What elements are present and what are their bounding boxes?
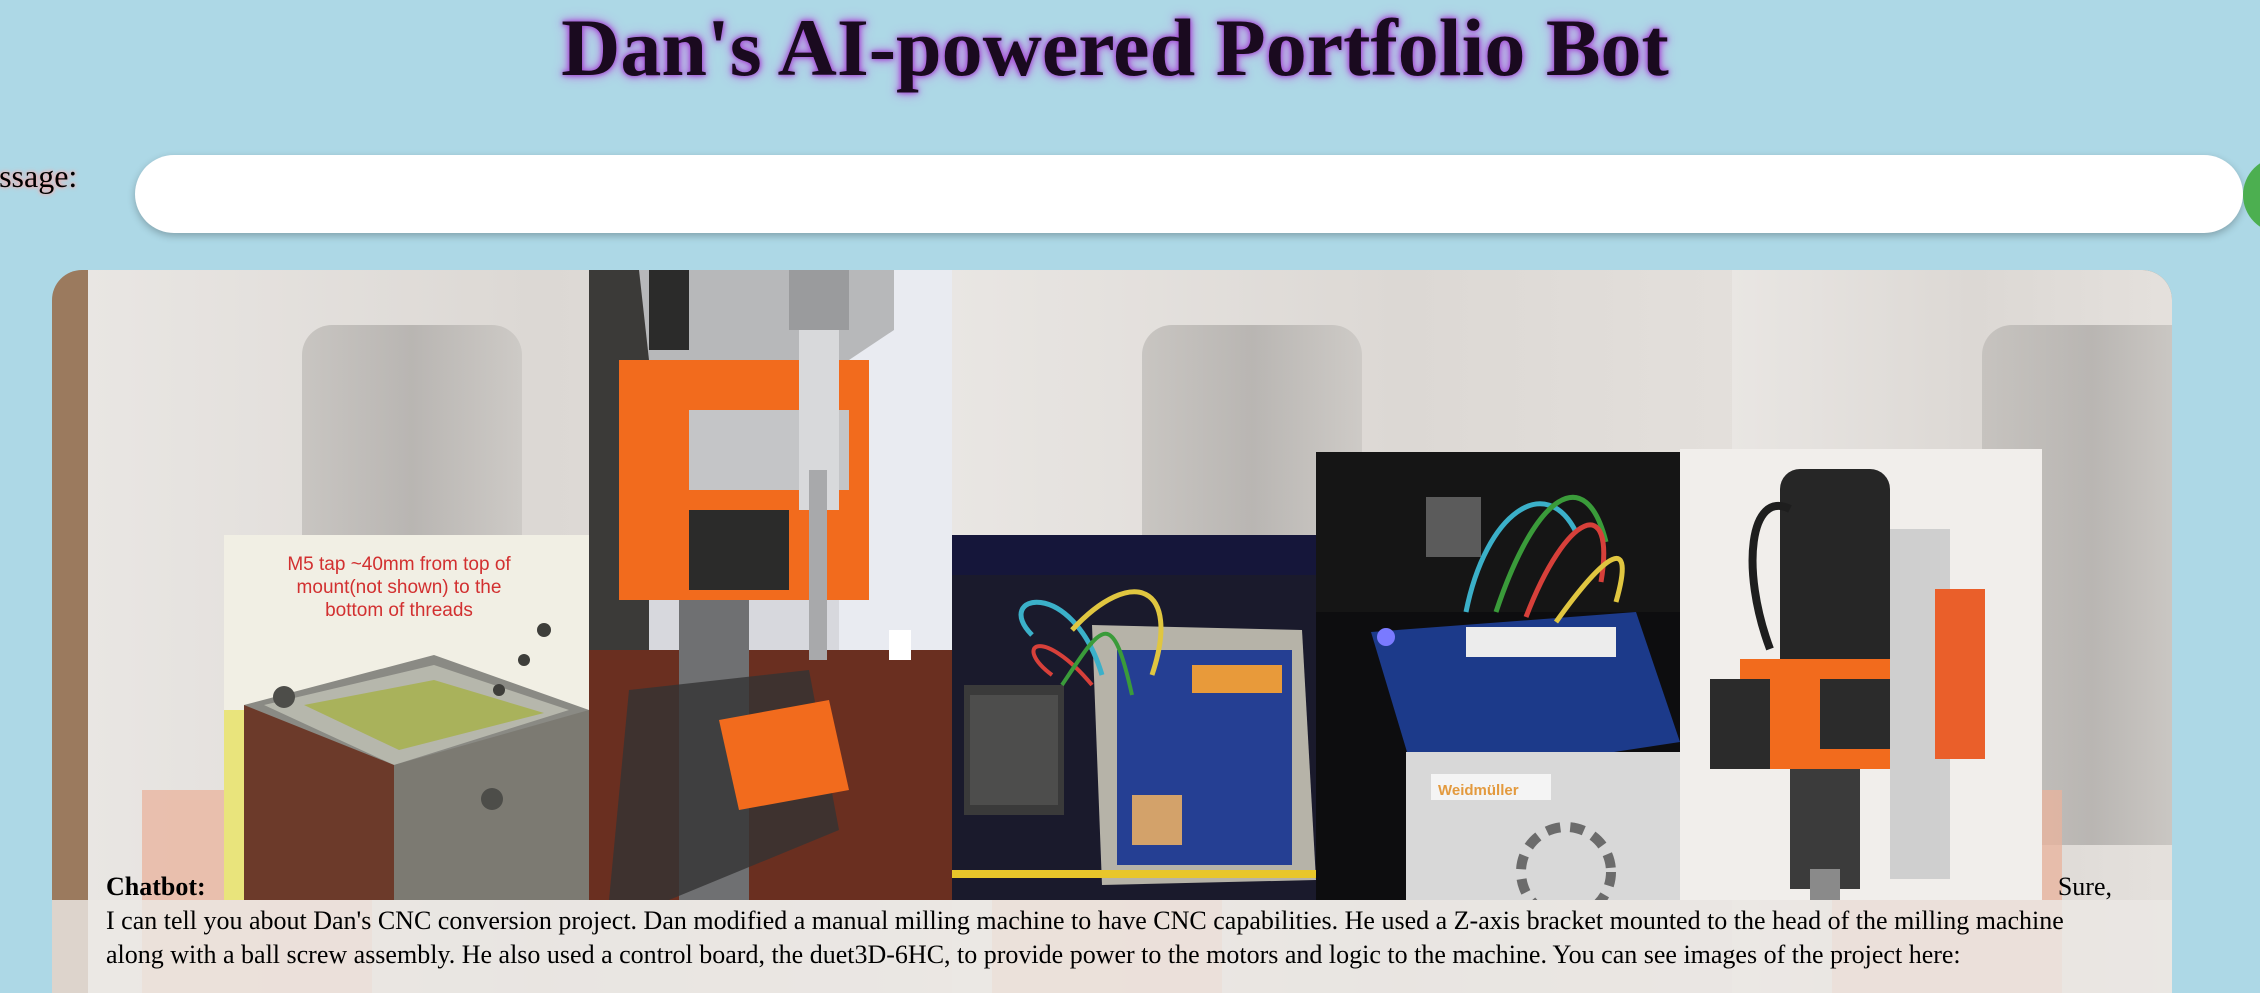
wired-board-photo-graphic <box>1316 452 1680 900</box>
psu-label: Weidmüller <box>1438 782 1519 799</box>
chat-message: Chatbot: Sure, I can tell you about Dan'… <box>106 870 2112 972</box>
bracket-caption: M5 tap ~40mm from top of mount(not shown… <box>287 554 511 621</box>
zaxis-photo-graphic <box>589 270 952 900</box>
project-photo-spindle <box>1680 449 2042 900</box>
chat-first-word: Sure, <box>2057 872 2112 901</box>
message-label: message: <box>0 158 78 194</box>
project-photo-stepper-board <box>952 535 1316 900</box>
stepper-board-photo-graphic <box>952 535 1316 900</box>
message-input[interactable] <box>135 155 2243 233</box>
spindle-photo-graphic <box>1680 449 2042 900</box>
project-photo-wired-board: Weidmüller <box>1316 452 1680 900</box>
send-button[interactable] <box>2243 157 2260 233</box>
project-photo-zaxis <box>589 270 952 900</box>
chat-message-header: Chatbot: Sure, <box>106 870 2112 904</box>
page-root: Dan's AI-powered Portfolio Bot message: <box>0 0 2260 993</box>
chat-message-body: I can tell you about Dan's CNC conversio… <box>106 906 2064 969</box>
chat-speaker: Chatbot: <box>106 872 206 901</box>
project-photo-bracket: M5 tap ~40mm from top of mount(not shown… <box>224 535 589 900</box>
page-title: Dan's AI-powered Portfolio Bot <box>561 2 1669 93</box>
